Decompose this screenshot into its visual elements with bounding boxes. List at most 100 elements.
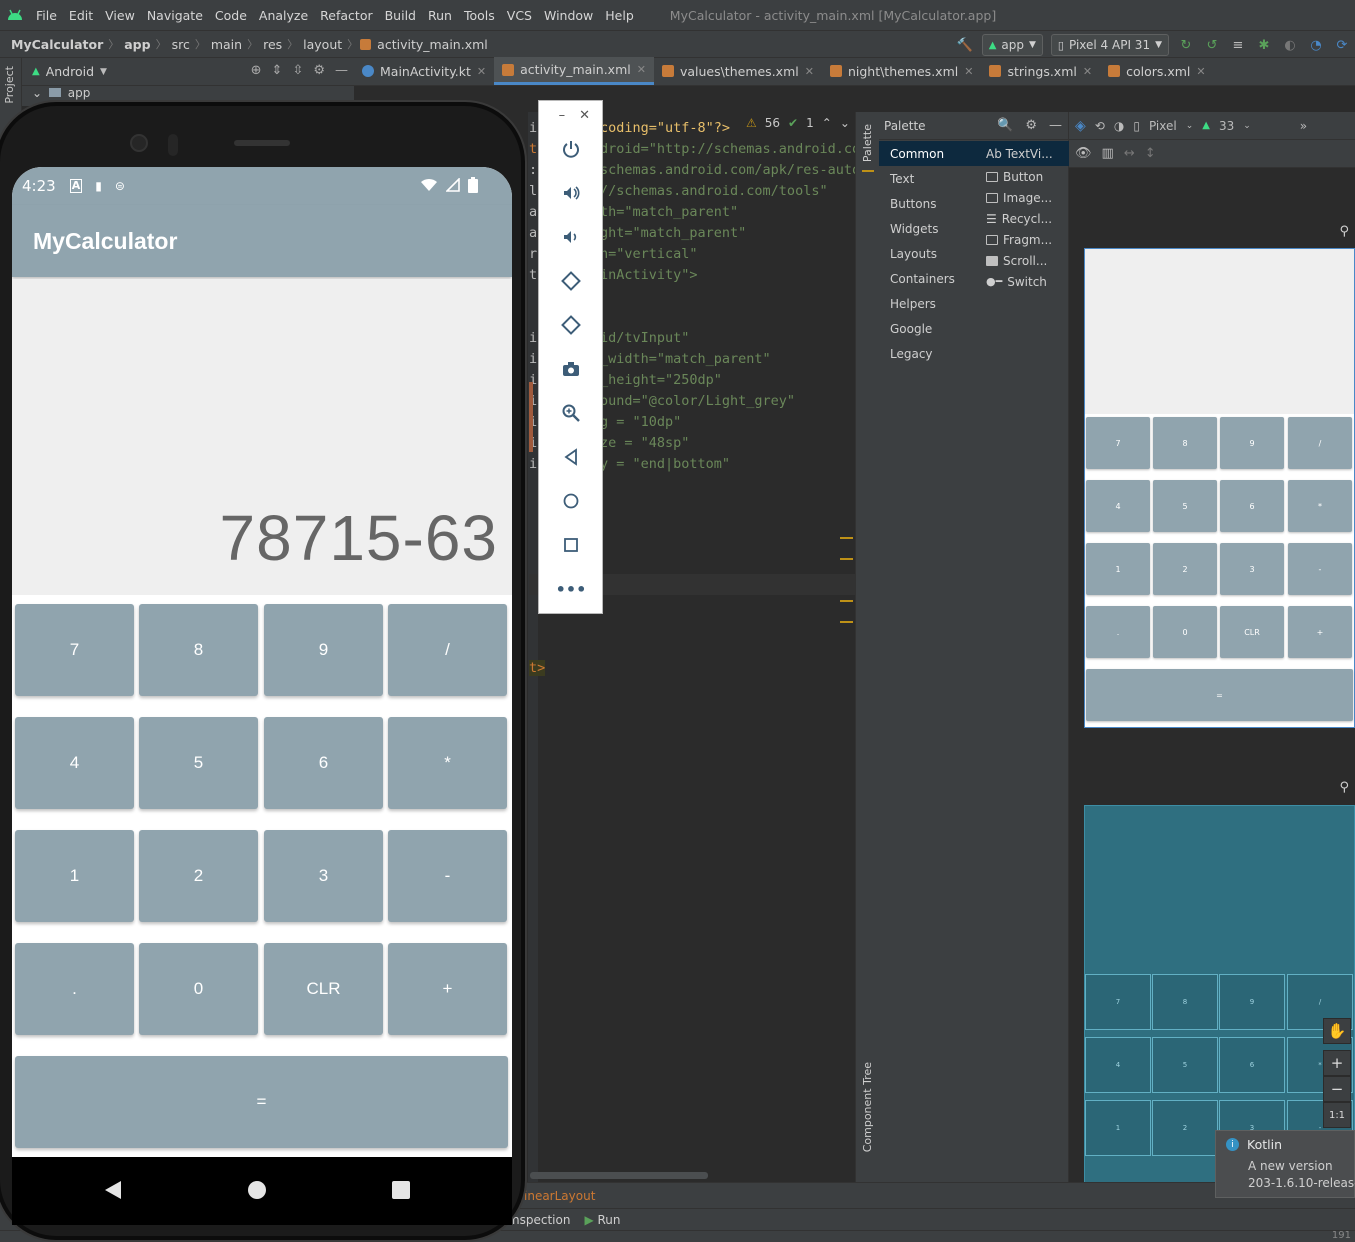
- calc-key-button[interactable]: 9: [264, 604, 383, 696]
- palette-category-containers[interactable]: Containers: [879, 266, 976, 291]
- preview-key-button[interactable]: *: [1288, 480, 1352, 532]
- palette-item-button[interactable]: Button: [976, 166, 1069, 187]
- calc-key-button[interactable]: 6: [264, 717, 383, 809]
- breadcrumb-module[interactable]: app: [121, 37, 153, 52]
- minimize-icon[interactable]: —: [335, 63, 348, 78]
- columns-icon[interactable]: ▥: [1102, 146, 1114, 161]
- warning-marker[interactable]: [840, 537, 853, 539]
- blueprint-key-button[interactable]: 9: [1219, 974, 1285, 1030]
- horizontal-arrows-icon[interactable]: ↔: [1124, 146, 1135, 161]
- status-line-number[interactable]: 191: [1332, 1230, 1351, 1241]
- calc-key-button[interactable]: 4: [15, 717, 134, 809]
- menu-view[interactable]: View: [99, 8, 141, 23]
- calc-key-button[interactable]: 1: [15, 830, 134, 922]
- nav-back-icon[interactable]: [102, 1179, 124, 1201]
- device-selector[interactable]: ▯ Pixel 4 API 31 ▼: [1050, 34, 1169, 56]
- breadcrumb-linearlayout[interactable]: inearLayout: [524, 1189, 595, 1203]
- blueprint-key-button[interactable]: 5: [1152, 1037, 1218, 1093]
- inspection-tool-button[interactable]: nspection: [512, 1213, 570, 1227]
- run-tool-button[interactable]: ▶ Run: [584, 1213, 620, 1227]
- design-device-selector[interactable]: Pixel: [1149, 119, 1177, 133]
- tree-chevron-icon[interactable]: ⌄: [32, 86, 42, 100]
- tab-mainactivity[interactable]: MainActivity.kt ✕: [354, 57, 494, 85]
- calc-key-button[interactable]: 2: [139, 830, 258, 922]
- horizontal-scrollbar[interactable]: [530, 1172, 708, 1179]
- list-icon[interactable]: ≡: [1229, 36, 1247, 54]
- menu-edit[interactable]: Edit: [63, 8, 99, 23]
- blueprint-key-button[interactable]: 8: [1152, 974, 1218, 1030]
- calc-key-button[interactable]: CLR: [264, 943, 383, 1035]
- breadcrumb-file[interactable]: activity_main.xml: [374, 37, 491, 52]
- back-icon[interactable]: [559, 445, 583, 469]
- preview-key-button[interactable]: 3: [1220, 543, 1284, 595]
- project-tool-button[interactable]: Project: [3, 66, 16, 104]
- inspection-widget[interactable]: ⚠ 56 ✔ 1 ⌃ ⌄: [746, 116, 850, 130]
- collapse-all-icon[interactable]: ⇳: [292, 63, 303, 78]
- preview-key-button[interactable]: -: [1288, 543, 1352, 595]
- camera-icon[interactable]: [559, 357, 583, 381]
- menu-vcs[interactable]: VCS: [501, 8, 538, 23]
- blueprint-preview[interactable]: 7 8 9/4 5 6 * 1 2 3-: [1084, 805, 1355, 1182]
- preview-key-button[interactable]: 0: [1153, 606, 1217, 658]
- profiler-icon[interactable]: ◔: [1307, 36, 1325, 54]
- calc-key-button[interactable]: 3: [264, 830, 383, 922]
- api-level-selector[interactable]: 33: [1219, 119, 1234, 133]
- run-config-selector[interactable]: ▲ app ▼: [981, 34, 1043, 56]
- rotate-left-icon[interactable]: [559, 269, 583, 293]
- vertical-arrows-icon[interactable]: ↕: [1145, 146, 1156, 161]
- debug-icon[interactable]: ✱: [1255, 36, 1273, 54]
- preview-key-button[interactable]: /: [1288, 417, 1352, 469]
- menu-tools[interactable]: Tools: [458, 8, 501, 23]
- calc-key-button[interactable]: -: [388, 830, 507, 922]
- more-icon[interactable]: »: [1300, 119, 1307, 133]
- breadcrumb-src[interactable]: src: [169, 37, 193, 52]
- volume-down-icon[interactable]: [559, 225, 583, 249]
- zoom-in-button[interactable]: +: [1323, 1050, 1351, 1076]
- chevron-down-icon[interactable]: ⌄: [840, 116, 850, 130]
- nav-home-icon[interactable]: [246, 1179, 268, 1201]
- calc-key-button[interactable]: 5: [139, 717, 258, 809]
- preview-key-button[interactable]: CLR: [1220, 606, 1284, 658]
- close-icon[interactable]: ✕: [477, 65, 486, 78]
- attach-debugger-icon[interactable]: ◐: [1281, 36, 1299, 54]
- rerun-icon[interactable]: ↻: [1177, 36, 1195, 54]
- zoom-icon[interactable]: [559, 401, 583, 425]
- tab-colors[interactable]: colors.xml ✕: [1100, 57, 1214, 85]
- gear-icon[interactable]: ⚙: [313, 63, 325, 78]
- preview-key-button[interactable]: 9: [1220, 417, 1284, 469]
- overview-icon[interactable]: [559, 533, 583, 557]
- preview-key-button[interactable]: 8: [1153, 417, 1217, 469]
- blueprint-key-button[interactable]: 6: [1219, 1037, 1285, 1093]
- calc-key-button[interactable]: /: [388, 604, 507, 696]
- zoom-out-button[interactable]: −: [1323, 1076, 1351, 1102]
- tab-activity-main[interactable]: activity_main.xml ✕: [494, 57, 654, 85]
- volume-up-icon[interactable]: [559, 181, 583, 205]
- blueprint-key-button[interactable]: 7: [1085, 974, 1151, 1030]
- zoom-fit-button[interactable]: 1:1: [1323, 1102, 1351, 1128]
- calc-key-button[interactable]: +: [388, 943, 507, 1035]
- layers-icon[interactable]: ◈: [1075, 118, 1086, 134]
- nav-overview-icon[interactable]: [390, 1179, 412, 1201]
- tab-strings[interactable]: strings.xml ✕: [981, 57, 1100, 85]
- preview-key-button[interactable]: 7: [1086, 417, 1150, 469]
- palette-category-widgets[interactable]: Widgets: [879, 216, 976, 241]
- palette-category-common[interactable]: Common: [879, 141, 976, 166]
- breadcrumb-main[interactable]: main: [208, 37, 245, 52]
- close-icon[interactable]: ✕: [1083, 65, 1092, 78]
- palette-item-imageview[interactable]: Image...: [976, 187, 1069, 208]
- menu-run[interactable]: Run: [422, 8, 458, 23]
- calc-equals-button[interactable]: =: [15, 1056, 508, 1148]
- close-icon[interactable]: ✕: [964, 65, 973, 78]
- calc-key-button[interactable]: .: [15, 943, 134, 1035]
- preview-key-button[interactable]: 1: [1086, 543, 1150, 595]
- blueprint-key-button[interactable]: 4: [1085, 1037, 1151, 1093]
- sync-icon[interactable]: ⟳: [1333, 36, 1351, 54]
- gear-icon[interactable]: ⚙: [1025, 118, 1037, 133]
- close-icon[interactable]: ✕: [805, 65, 814, 78]
- breadcrumb-layout[interactable]: layout: [300, 37, 345, 52]
- palette-category-helpers[interactable]: Helpers: [879, 291, 976, 316]
- palette-category-google[interactable]: Google: [879, 316, 976, 341]
- warning-marker[interactable]: [840, 600, 853, 602]
- chevron-up-icon[interactable]: ⌃: [822, 116, 832, 130]
- palette-category-buttons[interactable]: Buttons: [879, 191, 976, 216]
